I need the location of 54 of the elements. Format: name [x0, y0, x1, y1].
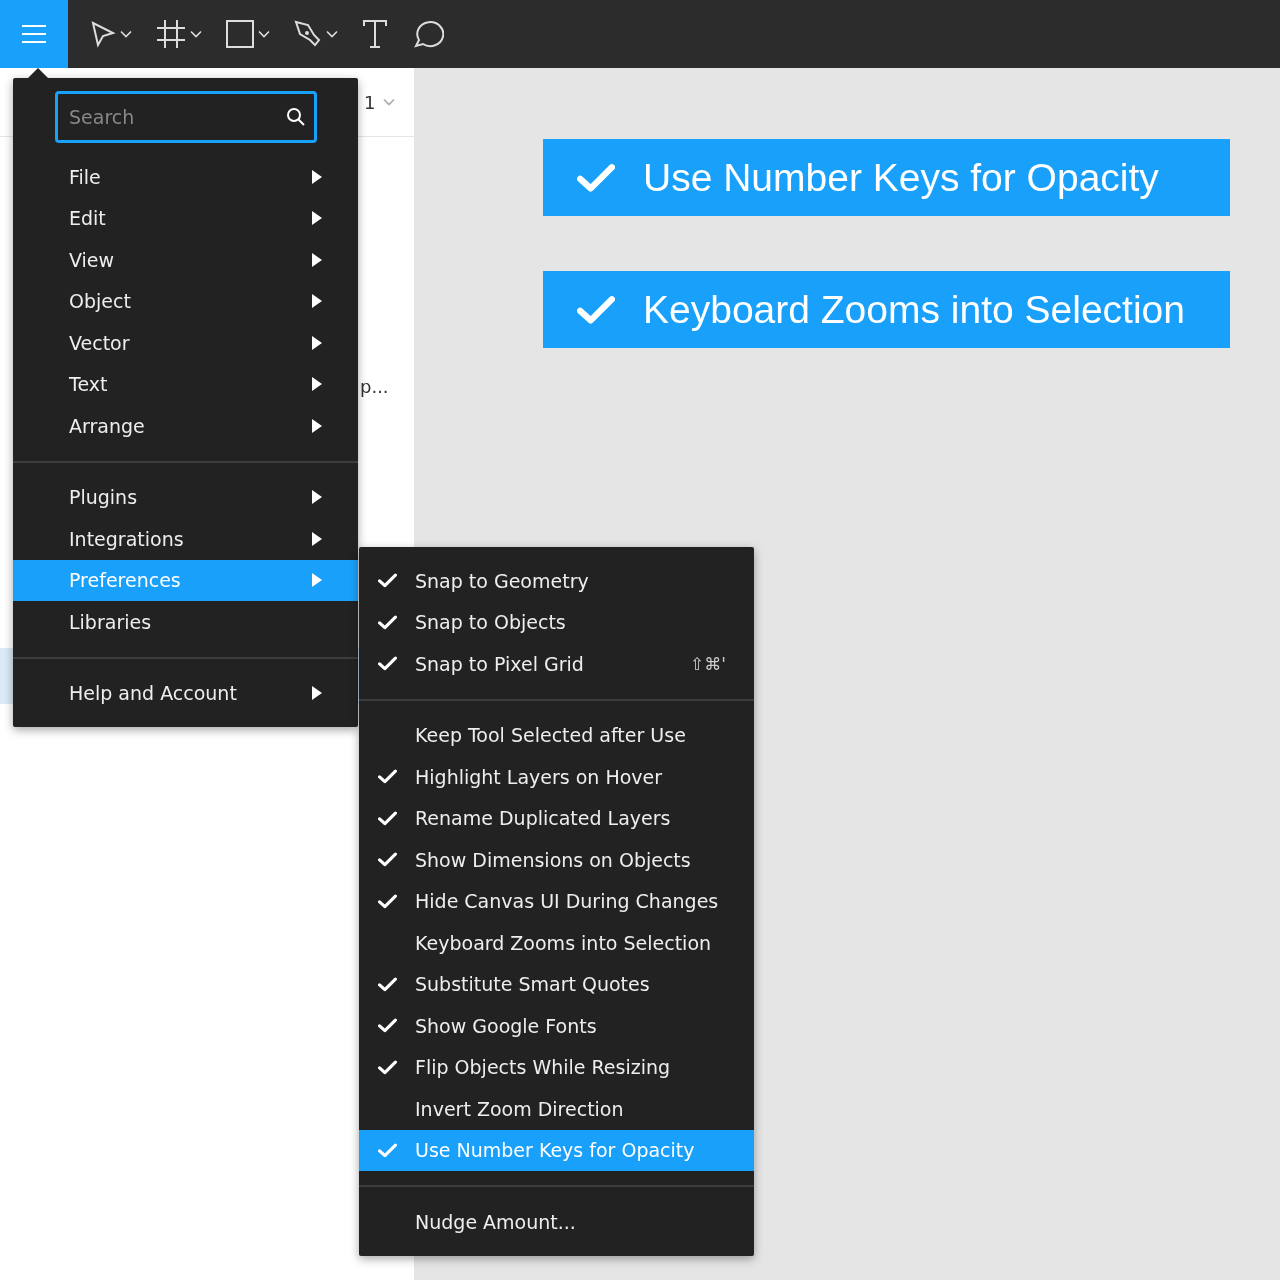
menu-item[interactable]: Show Dimensions on Objects	[359, 839, 754, 881]
checkmark-icon	[378, 893, 397, 909]
checkmark-icon	[378, 573, 397, 589]
callout-text: Keyboard Zooms into Selection	[643, 287, 1185, 332]
checkmark-icon	[378, 614, 397, 630]
layer-name[interactable]: p...	[360, 375, 389, 397]
menu-item[interactable]: Libraries	[13, 601, 358, 643]
menu-item[interactable]: Arrange	[13, 405, 358, 447]
menu-item[interactable]: Vector	[13, 322, 358, 364]
square-icon	[226, 20, 254, 48]
search-icon	[286, 107, 306, 127]
menu-item[interactable]: Integrations	[13, 518, 358, 560]
menu-item[interactable]: Show Google Fonts	[359, 1005, 754, 1047]
menu-item[interactable]: Substitute Smart Quotes	[359, 963, 754, 1005]
checkmark-icon	[378, 769, 397, 785]
menu-item[interactable]: Snap to Pixel Grid ⇧⌘'	[359, 643, 754, 685]
menu-item[interactable]: Help and Account	[13, 672, 358, 714]
checkmark-icon	[378, 1059, 397, 1075]
menu-icon	[21, 24, 47, 44]
menu-item[interactable]: Hide Canvas UI During Changes	[359, 880, 754, 922]
menu-item[interactable]: Snap to Objects	[359, 601, 754, 643]
menu-item[interactable]: View	[13, 239, 358, 281]
comment-icon	[412, 19, 444, 49]
menu-button[interactable]	[0, 0, 68, 68]
menu-item[interactable]: Keyboard Zooms into Selection	[359, 922, 754, 964]
pen-icon	[294, 20, 322, 48]
checkmark-icon	[378, 852, 397, 868]
checkmark-icon	[378, 1142, 397, 1158]
menu-item[interactable]: Edit	[13, 197, 358, 239]
pointer-icon	[90, 20, 116, 48]
shortcut-text: ⇧⌘'	[690, 653, 727, 674]
menu-item[interactable]: Plugins	[13, 476, 358, 518]
search-field[interactable]: Search	[55, 91, 317, 143]
menu-item[interactable]: Highlight Layers on Hover	[359, 756, 754, 798]
menu-item[interactable]: Rename Duplicated Layers	[359, 797, 754, 839]
check-icon	[577, 162, 615, 193]
menu-item[interactable]: File	[13, 156, 358, 198]
check-icon	[577, 294, 615, 325]
page-label[interactable]: 1	[364, 91, 376, 113]
menu-item[interactable]: Nudge Amount...	[359, 1201, 754, 1243]
menu-item[interactable]: Keep Tool Selected after Use	[359, 714, 754, 756]
menu-item[interactable]: Flip Objects While Resizing	[359, 1046, 754, 1088]
checkmark-icon	[378, 810, 397, 826]
frame-icon	[156, 19, 186, 49]
checkmark-icon	[378, 656, 397, 672]
menu-item[interactable]: Snap to Geometry	[359, 560, 754, 602]
menu-item[interactable]: Text	[13, 363, 358, 405]
callout-text: Use Number Keys for Opacity	[643, 155, 1159, 200]
checkmark-icon	[378, 1018, 397, 1034]
chevron-down-icon	[383, 98, 396, 106]
menu-item[interactable]: Object	[13, 280, 358, 322]
menu-item[interactable]: Invert Zoom Direction	[359, 1088, 754, 1130]
checkmark-icon	[378, 976, 397, 992]
text-tool-icon	[362, 19, 388, 49]
